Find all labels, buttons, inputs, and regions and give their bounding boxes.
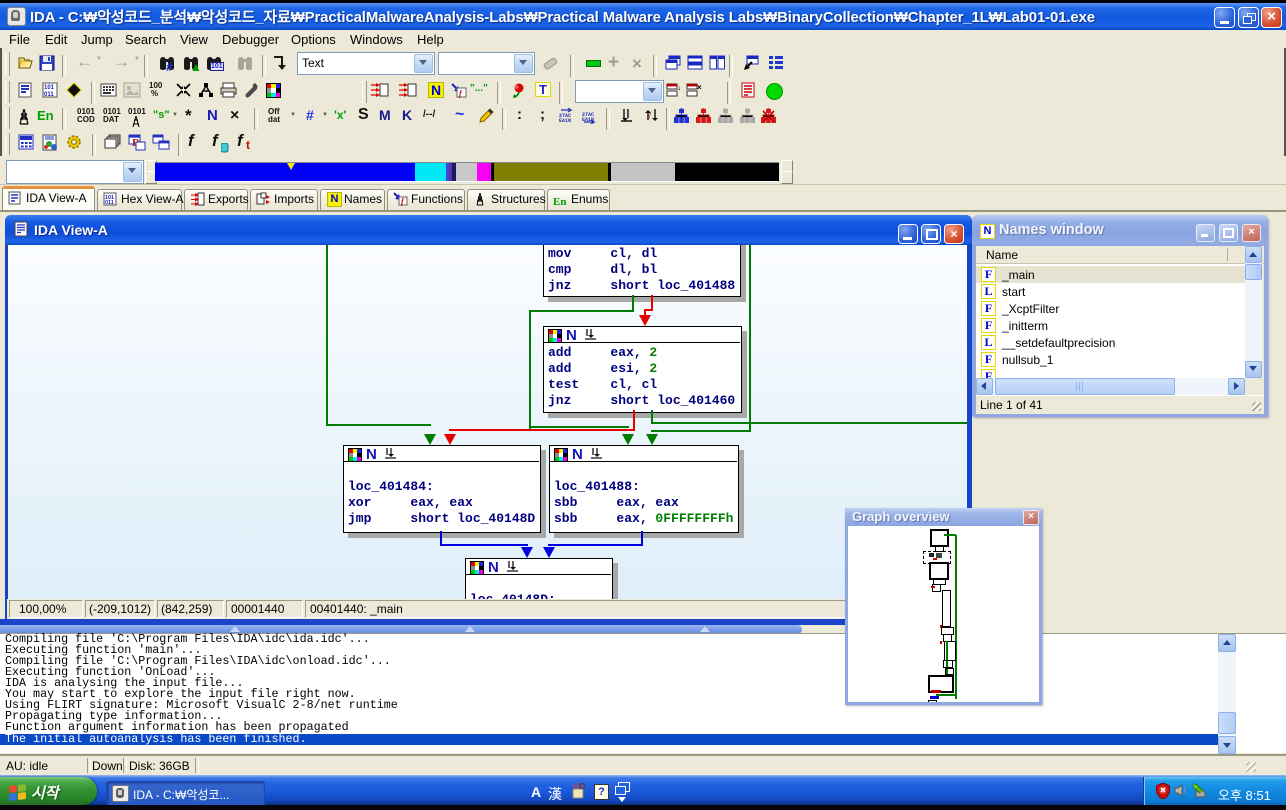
svg-text:×: ×	[697, 83, 702, 92]
svg-text:101: 101	[44, 85, 55, 91]
svg-text:EA1N: EA1N	[559, 118, 571, 124]
svg-text:↓: ↓	[677, 83, 681, 92]
svg-text:011: 011	[44, 92, 54, 98]
svg-text:f: f	[649, 111, 652, 119]
svg-text:011: 011	[105, 200, 114, 206]
